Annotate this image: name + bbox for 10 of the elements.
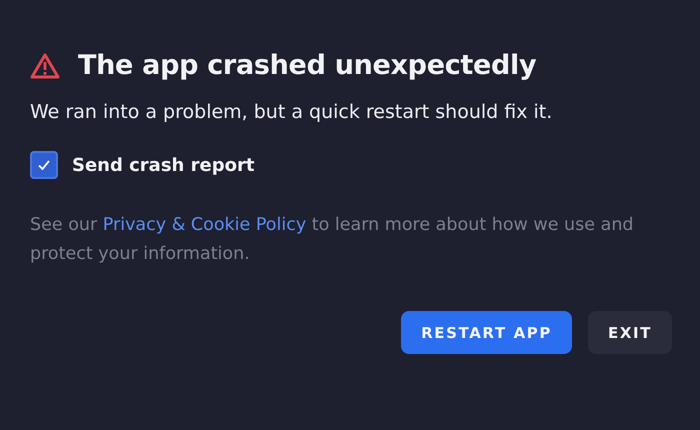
policy-link[interactable]: Privacy & Cookie Policy bbox=[102, 215, 306, 235]
exit-button[interactable]: EXIT bbox=[588, 311, 672, 354]
policy-text: See our Privacy & Cookie Policy to learn more about how we use and protect your information. bbox=[30, 214, 635, 266]
warning-icon bbox=[30, 52, 60, 80]
checkbox[interactable] bbox=[30, 151, 58, 179]
dialog-title: The app crashed unexpectedly bbox=[78, 50, 536, 81]
checkbox-label: Send crash report bbox=[72, 154, 254, 176]
error-message: We ran into a problem, but a quick restart should fix it. bbox=[30, 101, 554, 123]
checkmark-icon bbox=[37, 158, 51, 172]
restart-button[interactable]: RESTART APP bbox=[401, 311, 572, 354]
